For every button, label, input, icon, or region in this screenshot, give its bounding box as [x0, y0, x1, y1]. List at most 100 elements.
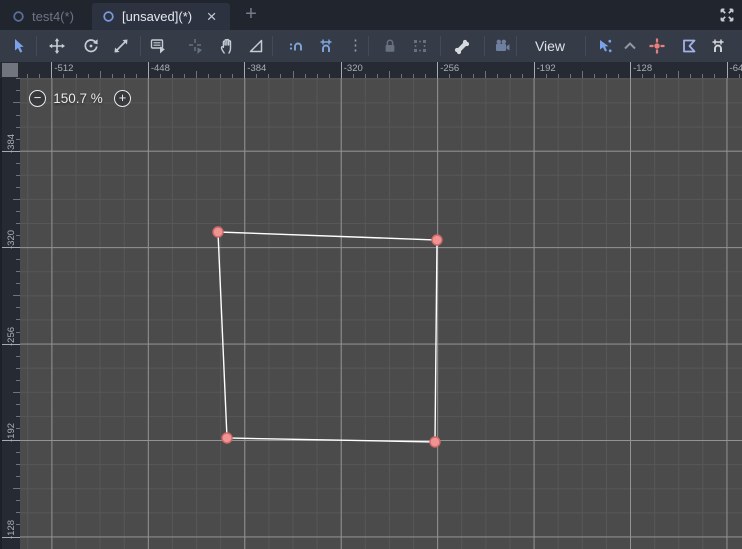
snap-options-menu[interactable]: ⋮: [348, 35, 363, 57]
ruler-tick: [99, 71, 101, 78]
select-arrow-icon: [15, 39, 24, 53]
list-select-icon: [150, 39, 165, 54]
new-scene-tab-button[interactable]: +: [240, 4, 262, 26]
scene-tab-bar: test4(*) [unsaved](*) × +: [0, 0, 742, 30]
toolbar-separator: [516, 36, 517, 56]
toolbar-separator: [36, 36, 37, 56]
ruler-label: -384: [247, 63, 267, 74]
ruler-tick: [196, 71, 198, 78]
ruler-tick: [13, 198, 20, 200]
snap-grid-icon: [712, 39, 724, 52]
select-points-icon: [600, 39, 612, 53]
ruler-label: -192: [536, 63, 556, 74]
chevron-up-icon: [624, 42, 636, 50]
polygon-snap-button[interactable]: [709, 37, 727, 55]
scene-circle-icon: [103, 11, 114, 22]
ruler-tick: [630, 62, 632, 78]
group-selected-button[interactable]: [411, 37, 429, 55]
lock-icon: [385, 39, 395, 52]
zoom-out-button[interactable]: −: [29, 90, 46, 107]
add-point-button[interactable]: [648, 37, 666, 55]
scale-icon: [114, 39, 128, 53]
move-icon: [49, 38, 65, 54]
skeleton-options-button[interactable]: [452, 37, 470, 55]
ruler-tick: [51, 62, 53, 78]
grid-snap-button[interactable]: [317, 37, 335, 55]
ruler-tick: [340, 62, 342, 78]
ruler-tick: [292, 71, 294, 78]
ruler-mode-button[interactable]: [247, 37, 265, 55]
canvas-toolbar: ⋮ View: [0, 30, 742, 62]
canvas-viewport[interactable]: − 150.7 % +: [20, 78, 742, 549]
lock-selected-button[interactable]: [381, 37, 399, 55]
expand-workspace-button[interactable]: [718, 6, 736, 24]
point-crosshair-icon: [649, 38, 665, 54]
ruler-tick: [533, 62, 535, 78]
zoom-level-label[interactable]: 150.7 %: [50, 91, 106, 106]
ruler-label: -320: [6, 230, 17, 250]
ruler-label: -256: [440, 63, 460, 74]
ruler-label: -192: [6, 423, 17, 443]
polygon-vertex-handle[interactable]: [429, 436, 441, 448]
ruler-label: -128: [633, 63, 653, 74]
ruler-tick: [726, 62, 728, 78]
polygon-vertex-handle[interactable]: [431, 234, 443, 246]
grid-snap-icon: [320, 39, 332, 52]
rotate-mode-button[interactable]: [82, 37, 100, 55]
polygon-vertex-handle[interactable]: [221, 432, 233, 444]
smart-snap-button[interactable]: [287, 37, 305, 55]
select-mode-button[interactable]: [10, 37, 28, 55]
close-tab-icon[interactable]: ×: [203, 8, 220, 25]
toolbar-separator: [368, 36, 369, 56]
edit-polygon-button[interactable]: [680, 37, 698, 55]
ruler-tick: [13, 102, 20, 104]
polygon-shape-icon: [683, 39, 696, 53]
scene-tab-unsaved[interactable]: [unsaved](*) ×: [92, 3, 231, 30]
toolbar-separator: [140, 36, 141, 56]
rotate-icon: [84, 39, 98, 53]
ruler-label: -448: [150, 63, 170, 74]
godot-2d-editor-window: test4(*) [unsaved](*) × + ⋮ View -512 -4…: [0, 0, 742, 549]
ruler-tick: [13, 391, 20, 393]
scene-circle-icon: [13, 11, 24, 22]
zoom-in-button[interactable]: +: [114, 90, 131, 107]
polygon-edges[interactable]: [217, 231, 438, 443]
ruler-tick: [13, 488, 20, 490]
move-mode-button[interactable]: [48, 37, 66, 55]
toolbar-separator: [585, 36, 586, 56]
ruler-label: -64: [729, 63, 742, 74]
ruler-left: -384 -320 -256 -192 -128: [0, 78, 20, 549]
fullscreen-arrows-icon: [720, 8, 734, 22]
polygon-vertex-handle[interactable]: [212, 226, 224, 238]
ruler-origin-box: [2, 63, 18, 77]
list-select-button[interactable]: [149, 37, 167, 55]
ruler-tick: [147, 62, 149, 78]
camera-override-button[interactable]: [493, 37, 511, 55]
ruler-tick: [437, 62, 439, 78]
scene-tab-label: test4(*): [32, 9, 74, 24]
ruler-tick: [485, 71, 487, 78]
pivot-crosshair-icon: [189, 39, 202, 54]
ruler-top: -512 -448 -384 -320 -256 -192 -128 -64: [20, 62, 742, 78]
view-menu-button[interactable]: View: [521, 34, 579, 58]
ruler-triangle-icon: [249, 39, 263, 53]
toolbar-separator: [440, 36, 441, 56]
collapse-panel-button[interactable]: [621, 37, 639, 55]
scene-tab-test4[interactable]: test4(*): [2, 3, 84, 30]
ruler-tick: [581, 71, 583, 78]
ruler-label: -256: [6, 326, 17, 346]
ruler-tick: [388, 71, 390, 78]
ruler-tick: [244, 62, 246, 78]
scene-tab-label: [unsaved](*): [122, 9, 193, 24]
movie-camera-icon: [496, 39, 510, 51]
group-icon: [414, 40, 426, 52]
ruler-label: -128: [6, 519, 17, 539]
pan-hand-icon: [220, 38, 232, 54]
select-points-button[interactable]: [596, 37, 614, 55]
toolbar-separator: [272, 36, 273, 56]
pan-mode-button[interactable]: [218, 37, 236, 55]
edited-polygon: [212, 226, 443, 448]
scale-mode-button[interactable]: [112, 37, 130, 55]
move-pivot-button[interactable]: [187, 37, 205, 55]
ruler-label: -512: [54, 63, 74, 74]
